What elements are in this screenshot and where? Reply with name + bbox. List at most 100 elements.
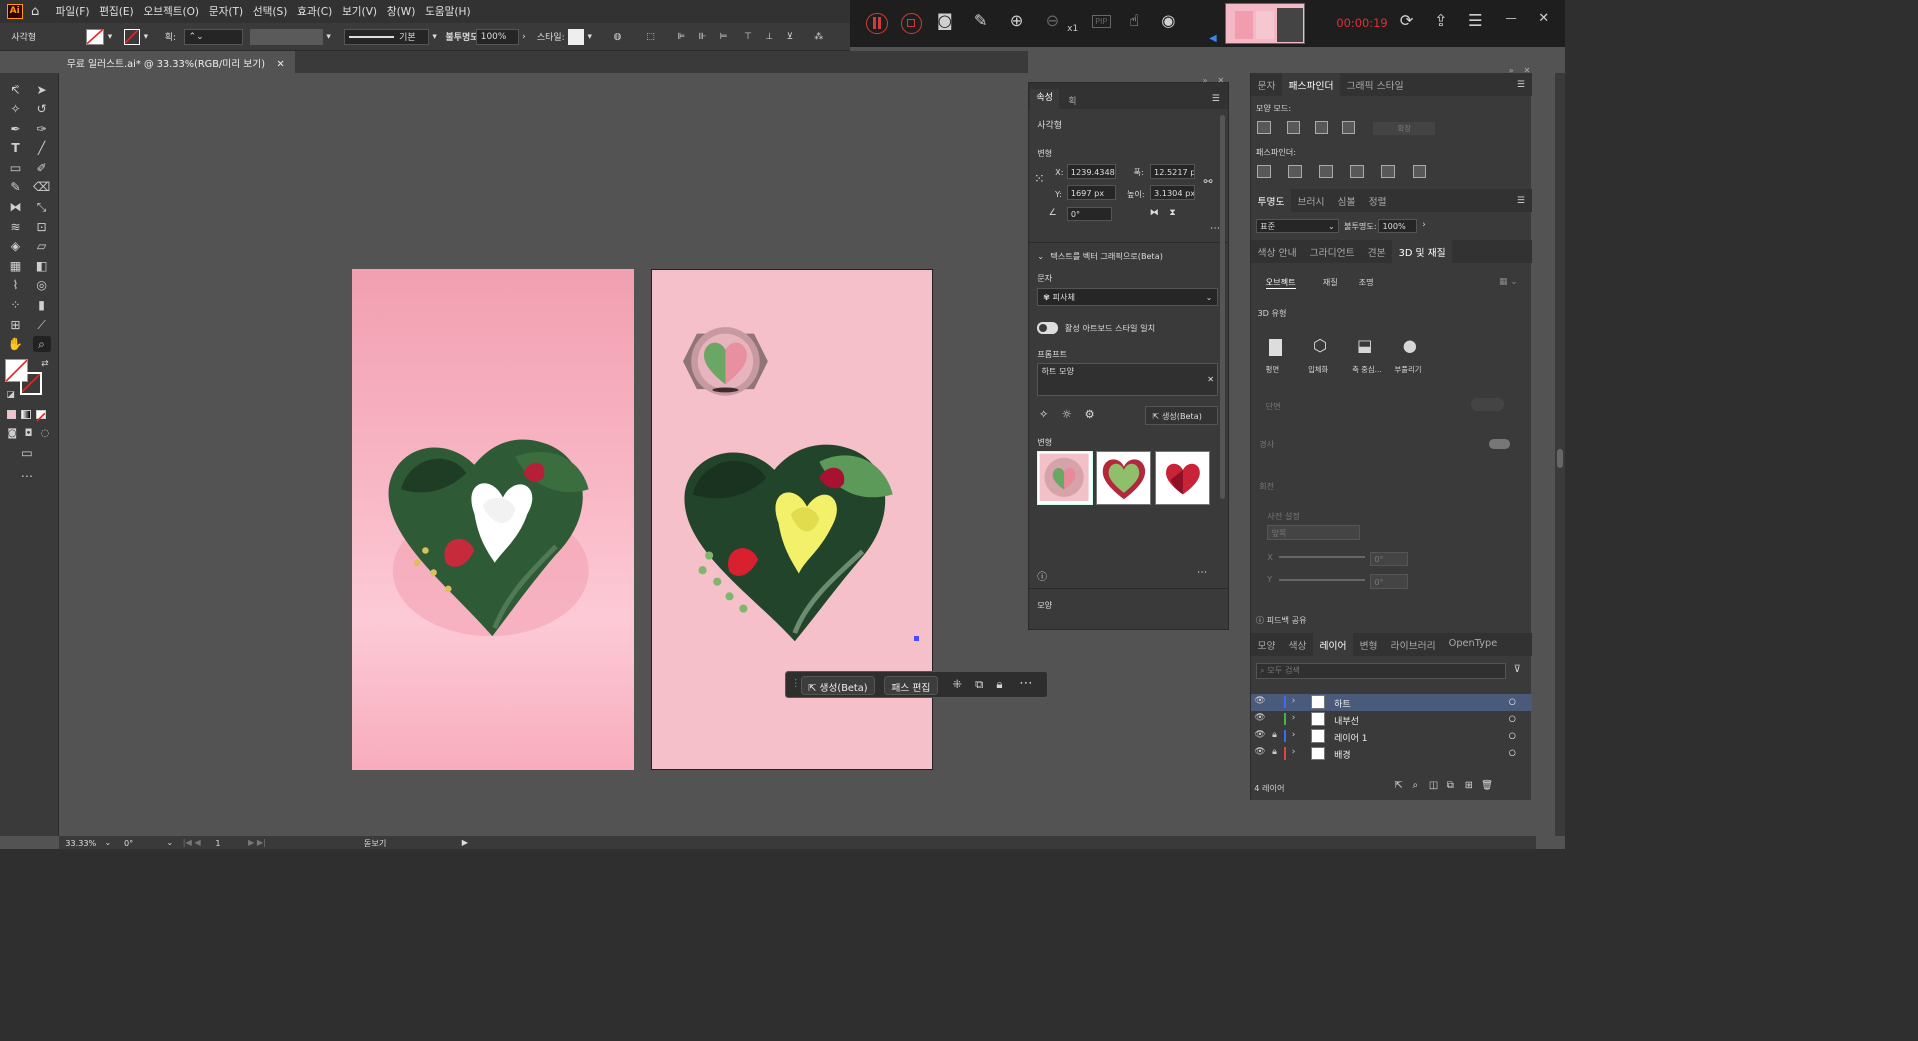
style-picker-icon[interactable]: ✧ <box>1039 407 1049 421</box>
prompt-input[interactable]: 하트 모양 ✕ <box>1037 363 1219 396</box>
home-icon[interactable]: ⌂ <box>31 4 39 19</box>
tab-graphic-styles[interactable]: 그래픽 스타일 <box>1340 73 1410 96</box>
lock-icon[interactable]: 🔒︎ <box>1272 747 1277 757</box>
export-icon[interactable]: ⇱ <box>1395 780 1403 791</box>
tab-align[interactable]: 정렬 <box>1362 189 1393 212</box>
selection-handle[interactable] <box>913 636 919 642</box>
transparency-opacity-field[interactable]: 100% <box>1378 218 1418 234</box>
style-swatch[interactable] <box>567 28 585 45</box>
shape-builder-tool-icon[interactable]: ◈ <box>7 238 25 254</box>
flip-vertical-icon[interactable]: ⧗ <box>1169 208 1175 218</box>
layers-search-input[interactable]: ⌕ 모두 검색 <box>1255 662 1506 679</box>
layer-row[interactable]: 👁︎ 🔒︎ › 배경 ○ <box>1251 745 1532 762</box>
magic-wand-tool-icon[interactable]: ✧ <box>7 101 25 117</box>
blend-mode-select[interactable]: 표준 ⌄ <box>1255 218 1340 234</box>
locate-object-icon[interactable]: ⌕ <box>1413 780 1418 791</box>
variations-more-icon[interactable]: ⋯ <box>1197 567 1207 578</box>
align-right-icon[interactable]: ⊨ <box>720 29 728 45</box>
expand-arrow-icon[interactable]: › <box>1292 713 1296 723</box>
tab-color-guide[interactable]: 색상 안내 <box>1251 240 1303 263</box>
visibility-eye-icon[interactable]: 👁︎ <box>1254 696 1265 706</box>
pencil-icon[interactable]: ✎ <box>969 11 992 30</box>
vertical-scrollbar[interactable] <box>1555 73 1565 837</box>
tab-pathfinder[interactable]: 패스파인더 <box>1281 73 1341 97</box>
feedback-link[interactable]: ⓘ 피드백 공유 <box>1256 615 1307 626</box>
pause-icon[interactable] <box>866 13 888 35</box>
stroke-swatch[interactable] <box>124 28 141 45</box>
delete-icon[interactable]: 🗑︎ <box>1481 780 1493 791</box>
align-bottom-icon[interactable]: ⊻ <box>787 29 794 45</box>
hand-tool-icon[interactable]: ✋ <box>7 336 25 352</box>
transparency-menu-icon[interactable]: ☰ <box>1517 196 1525 206</box>
brush-field[interactable]: 기본 <box>344 28 430 45</box>
perspective-tool-icon[interactable]: ▱ <box>33 238 51 254</box>
tab-transform[interactable]: 변형 <box>1353 633 1384 656</box>
minimize-icon[interactable]: — <box>1500 11 1523 25</box>
pen-tool-icon[interactable]: ✒ <box>7 121 25 137</box>
globe-icon[interactable]: ◍ <box>614 29 622 45</box>
rotation-y-field[interactable]: 0° <box>1370 574 1408 590</box>
transform-each-icon[interactable]: ⁜ <box>952 677 962 691</box>
none-mode-icon[interactable] <box>35 409 46 423</box>
menu-select[interactable]: 선택(S) <box>248 4 292 19</box>
zoom-level[interactable]: 33.33% <box>65 838 96 848</box>
match-style-toggle[interactable] <box>1037 322 1059 334</box>
draw-inside-icon[interactable]: ◌ <box>36 426 54 442</box>
subtab-lighting[interactable]: 조명 <box>1359 277 1374 288</box>
transform-more-icon[interactable]: ⋯ <box>1210 223 1220 234</box>
variable-width-dropdown-icon[interactable]: ▾ <box>326 29 331 45</box>
camera-icon[interactable]: ◙ <box>933 11 956 30</box>
minus-back-icon[interactable] <box>1412 164 1426 178</box>
artboard-photo[interactable] <box>352 269 634 771</box>
fill-dropdown-icon[interactable]: ▾ <box>108 29 113 45</box>
draw-behind-icon[interactable]: ◘ <box>20 426 38 442</box>
new-sublayer-icon[interactable]: ⧉ <box>1447 780 1454 791</box>
graph-tool-icon[interactable]: ▮ <box>33 297 51 313</box>
edit-path-button[interactable]: 패스 편집 <box>883 675 938 696</box>
menu-edit[interactable]: 편집(E) <box>94 4 138 19</box>
clear-prompt-icon[interactable]: ✕ <box>1207 374 1214 384</box>
color-mode-icon[interactable] <box>6 409 17 420</box>
minus-front-icon[interactable] <box>1286 120 1300 134</box>
stroke-weight-field[interactable]: ⌃⌄ <box>184 28 244 45</box>
style-dropdown-icon[interactable]: ▾ <box>587 29 592 45</box>
target-icon[interactable]: ○ <box>1509 713 1516 723</box>
tab-libraries[interactable]: 라이브러리 <box>1384 633 1442 656</box>
tab-brushes[interactable]: 브러시 <box>1291 189 1331 212</box>
eyedropper-tool-icon[interactable]: ⌇ <box>7 277 25 293</box>
angle-field[interactable]: 0° <box>1066 206 1113 222</box>
rotation-y-slider[interactable] <box>1278 579 1366 581</box>
stroke-dropdown-icon[interactable]: ▾ <box>144 29 149 45</box>
zoom-tool-icon[interactable]: ⌕ <box>32 336 51 353</box>
tab-stroke[interactable]: 획 <box>1068 94 1076 107</box>
draw-normal-icon[interactable]: ◙ <box>3 426 21 442</box>
menu-type[interactable]: 문자(T) <box>204 4 248 19</box>
tab-appearance[interactable]: 모양 <box>1251 633 1282 656</box>
variation-1[interactable] <box>1037 451 1093 506</box>
paintbrush-tool-icon[interactable]: ✐ <box>33 160 51 176</box>
pencil-tool-icon[interactable]: ✎ <box>7 179 25 195</box>
gear-icon[interactable]: ⚙ <box>1085 407 1095 421</box>
default-colors-icon[interactable]: ◪ <box>2 387 20 403</box>
menu-view[interactable]: 보기(V) <box>337 4 382 19</box>
tab-properties[interactable]: 속성 <box>1029 89 1060 109</box>
variable-width-field[interactable] <box>249 28 324 45</box>
settings-icon[interactable]: ☰ <box>1464 11 1487 30</box>
opacity-arrow-icon[interactable]: › <box>522 29 526 45</box>
subtab-object[interactable]: 오브젝트 <box>1265 277 1296 290</box>
menu-help[interactable]: 도움말(H) <box>420 4 475 19</box>
zoom-in-icon[interactable]: ⊕ <box>1005 11 1028 30</box>
stop-icon[interactable] <box>900 13 922 35</box>
blend-tool-icon[interactable]: ◎ <box>33 277 51 293</box>
preset-select[interactable]: 앞쪽 <box>1267 525 1361 541</box>
merge-icon[interactable] <box>1319 164 1333 178</box>
expand-arrow-icon[interactable]: › <box>1292 730 1296 740</box>
visibility-eye-icon[interactable]: 👁︎ <box>1254 747 1265 757</box>
y-field[interactable]: 1697 px <box>1066 185 1116 201</box>
flip-horizontal-icon[interactable]: ⧓ <box>1150 208 1159 218</box>
artboard-number[interactable]: 1 <box>215 838 220 848</box>
distribute-icon[interactable]: ⁂ <box>814 29 823 45</box>
status-menu-icon[interactable]: ▶ <box>462 837 468 847</box>
line-tool-icon[interactable]: ╱ <box>33 140 51 156</box>
x-field[interactable]: 1239.4348 <box>1066 164 1116 179</box>
